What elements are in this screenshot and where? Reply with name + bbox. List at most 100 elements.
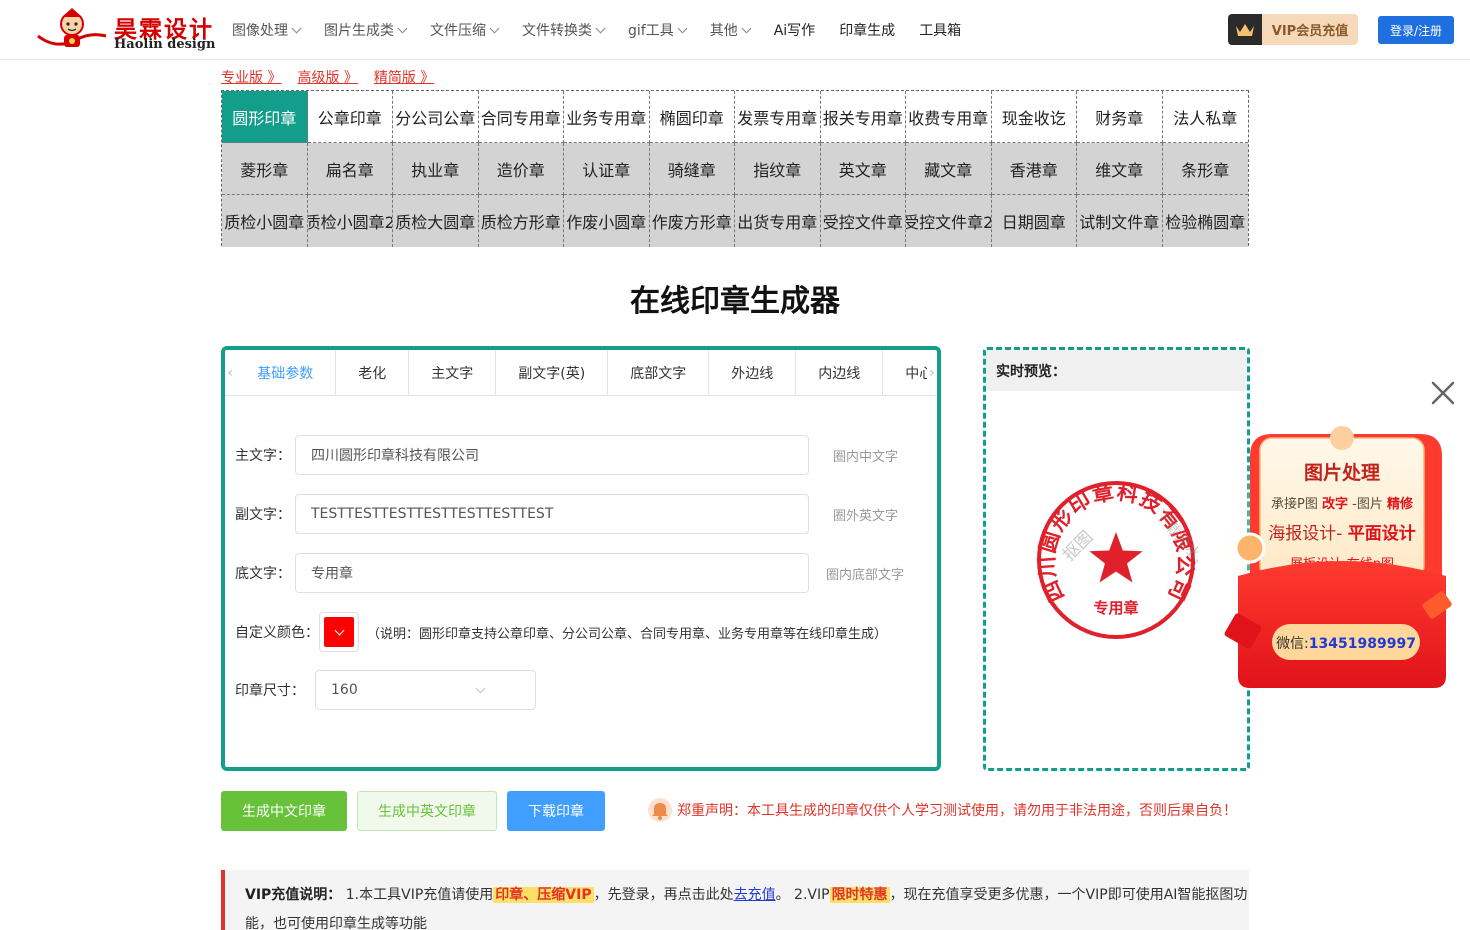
seal-type-24[interactable]: 质检小圆章 [222, 195, 308, 247]
popup-tab [1330, 426, 1354, 450]
size-value: 160 [331, 682, 358, 698]
seal-type-29[interactable]: 作废方形章 [649, 195, 735, 247]
seal-type-3[interactable]: 合同专用章 [478, 91, 564, 143]
vip-recharge-button[interactable]: VIP会员充值 [1228, 14, 1358, 45]
vip-highlight-offer: 限时特惠 [829, 887, 890, 903]
main-text-input[interactable] [295, 435, 809, 475]
seal-type-8[interactable]: 收费专用章 [906, 91, 992, 143]
seal-type-35[interactable]: 检验椭圆章 [1162, 195, 1248, 247]
color-picker[interactable] [319, 612, 359, 652]
seal-type-19[interactable]: 英文章 [820, 143, 906, 195]
seal-type-grid: 圆形印章 公章印章 分公司公章 合同专用章 业务专用章 椭圆印章 发票专用章 报关专用章 收费专… [221, 90, 1249, 247]
seal-type-15[interactable]: 造价章 [478, 143, 564, 195]
color-label: 自定义颜色： [235, 625, 319, 641]
nav-other[interactable]: 其他 [710, 20, 752, 40]
coin-icon [1234, 532, 1266, 564]
seal-type-14[interactable]: 执业章 [393, 143, 479, 195]
popup-line1: 承接P图 改字 -图片 精修 [1271, 496, 1414, 512]
close-popup-icon[interactable] [1430, 380, 1456, 406]
tab-main-text[interactable]: 主文字 [409, 350, 497, 395]
form-row-main-text: 主文字： 圈内中文字 [235, 435, 898, 475]
login-register-button[interactable]: 登录/注册 [1378, 16, 1454, 44]
mascot-logo-icon [37, 8, 107, 47]
seal-type-28[interactable]: 作废小圆章 [564, 195, 650, 247]
seal-type-9[interactable]: 现金收讫 [991, 91, 1077, 143]
seal-type-5[interactable]: 椭圆印章 [649, 91, 735, 143]
generate-cn-seal-button[interactable]: 生成中文印章 [221, 791, 347, 831]
nav-file-convert[interactable]: 文件转换类 [522, 20, 606, 40]
color-note: （说明：圆形印章支持公章印章、分公司公章、合同专用章、业务专用章等在线印章生成） [367, 626, 888, 642]
generate-cn-en-seal-button[interactable]: 生成中英文印章 [357, 791, 497, 831]
form-row-bottom-text: 底文字： 圈内底部文字 [235, 553, 904, 593]
seal-type-27[interactable]: 质检方形章 [478, 195, 564, 247]
seal-type-30[interactable]: 出货专用章 [735, 195, 821, 247]
top-navbar: 昊霖设计 Haolin design 图像处理 图片生成类 文件压缩 文件转换类… [0, 0, 1470, 60]
seal-type-21[interactable]: 香港章 [991, 143, 1077, 195]
seal-type-11[interactable]: 法人私章 [1162, 91, 1248, 143]
tab-basic-params[interactable]: 基础参数 [235, 350, 337, 395]
seal-type-17[interactable]: 骑缝章 [649, 143, 735, 195]
tab-sub-text-en[interactable]: 副文字(英) [496, 350, 609, 395]
nav-gif-tools[interactable]: gif工具 [628, 20, 688, 40]
tab-bottom-text[interactable]: 底部文字 [608, 350, 710, 395]
form-row-size: 印章尺寸： 160 [235, 670, 536, 710]
seal-type-34[interactable]: 试制文件章 [1077, 195, 1163, 247]
download-seal-button[interactable]: 下载印章 [507, 791, 605, 831]
go-recharge-link[interactable]: 去充值 [734, 887, 776, 903]
nav-image-processing[interactable]: 图像处理 [232, 20, 302, 40]
nav-file-compress[interactable]: 文件压缩 [430, 20, 500, 40]
link-lite-version[interactable]: 精简版 》 [374, 67, 434, 87]
sub-text-input[interactable] [295, 494, 809, 534]
vip-notice-title: VIP充值说明： [245, 887, 342, 903]
tab-center[interactable]: 中心 [883, 350, 927, 395]
link-pro-version[interactable]: 专业版 》 [221, 67, 281, 87]
nav-toolbox[interactable]: 工具箱 [919, 20, 961, 40]
tabs-next-arrow-icon[interactable]: › [927, 350, 937, 395]
nav-seal-generator[interactable]: 印章生成 [839, 20, 895, 40]
seal-type-2[interactable]: 分公司公章 [393, 91, 479, 143]
nav-image-generation[interactable]: 图片生成类 [324, 20, 408, 40]
seal-type-18[interactable]: 指纹章 [735, 143, 821, 195]
seal-type-10[interactable]: 财务章 [1077, 91, 1163, 143]
tab-aging[interactable]: 老化 [336, 350, 410, 395]
chevron-down-icon [334, 625, 344, 635]
link-advanced-version[interactable]: 高级版 》 [297, 67, 357, 87]
seal-type-26[interactable]: 质检大圆章 [393, 195, 479, 247]
bottom-text-input[interactable] [295, 553, 809, 593]
seal-type-16[interactable]: 认证章 [564, 143, 650, 195]
legal-warning-text: 郑重声明：本工具生成的印章仅供个人学习测试使用，请勿用于非法用途，否则后果自负！ [677, 803, 1237, 819]
form-row-color: 自定义颜色： （说明：圆形印章支持公章印章、分公司公章、合同专用章、业务专用章等… [235, 612, 887, 652]
nav-ai-writing[interactable]: Ai写作 [774, 20, 815, 40]
seal-type-22[interactable]: 维文章 [1077, 143, 1163, 195]
seal-type-6[interactable]: 发票专用章 [735, 91, 821, 143]
seal-type-13[interactable]: 扁名章 [307, 143, 393, 195]
bell-icon [648, 798, 672, 822]
size-select[interactable]: 160 [315, 670, 536, 710]
seal-bottom-text: 专用章 [1093, 599, 1138, 617]
settings-panel: ‹ 基础参数 老化 主文字 副文字(英) 底部文字 外边线 内边线 中心 › 主… [221, 346, 941, 771]
seal-type-4[interactable]: 业务专用章 [564, 91, 650, 143]
seal-type-1[interactable]: 公章印章 [307, 91, 393, 143]
seal-type-0[interactable]: 圆形印章 [222, 91, 308, 143]
seal-type-12[interactable]: 菱形章 [222, 143, 308, 195]
form-row-sub-text: 副文字： 圈外英文字 [235, 494, 898, 534]
vip-highlight-seal: 印章、压缩VIP [493, 887, 594, 903]
chevron-down-icon [397, 23, 408, 33]
seal-type-32[interactable]: 受控文件章2 [906, 195, 992, 247]
seal-type-20[interactable]: 藏文章 [906, 143, 992, 195]
seal-type-25[interactable]: 质检小圆章2 [307, 195, 393, 247]
preview-title: 实时预览： [986, 350, 1247, 391]
chevron-down-icon [677, 23, 688, 33]
seal-type-31[interactable]: 受控文件章 [820, 195, 906, 247]
tab-inner-border[interactable]: 内边线 [796, 350, 884, 395]
seal-type-23[interactable]: 条形章 [1162, 143, 1248, 195]
tabs-prev-arrow-icon[interactable]: ‹ [225, 350, 235, 395]
crown-icon [1228, 22, 1262, 38]
seal-type-33[interactable]: 日期圆章 [991, 195, 1077, 247]
site-logo[interactable]: 昊霖设计 Haolin design [36, 6, 215, 54]
star-icon [1089, 532, 1143, 583]
main-text-hint: 圈内中文字 [833, 449, 899, 465]
main-text-label: 主文字： [235, 448, 291, 464]
seal-type-7[interactable]: 报关专用章 [820, 91, 906, 143]
tab-outer-border[interactable]: 外边线 [709, 350, 797, 395]
